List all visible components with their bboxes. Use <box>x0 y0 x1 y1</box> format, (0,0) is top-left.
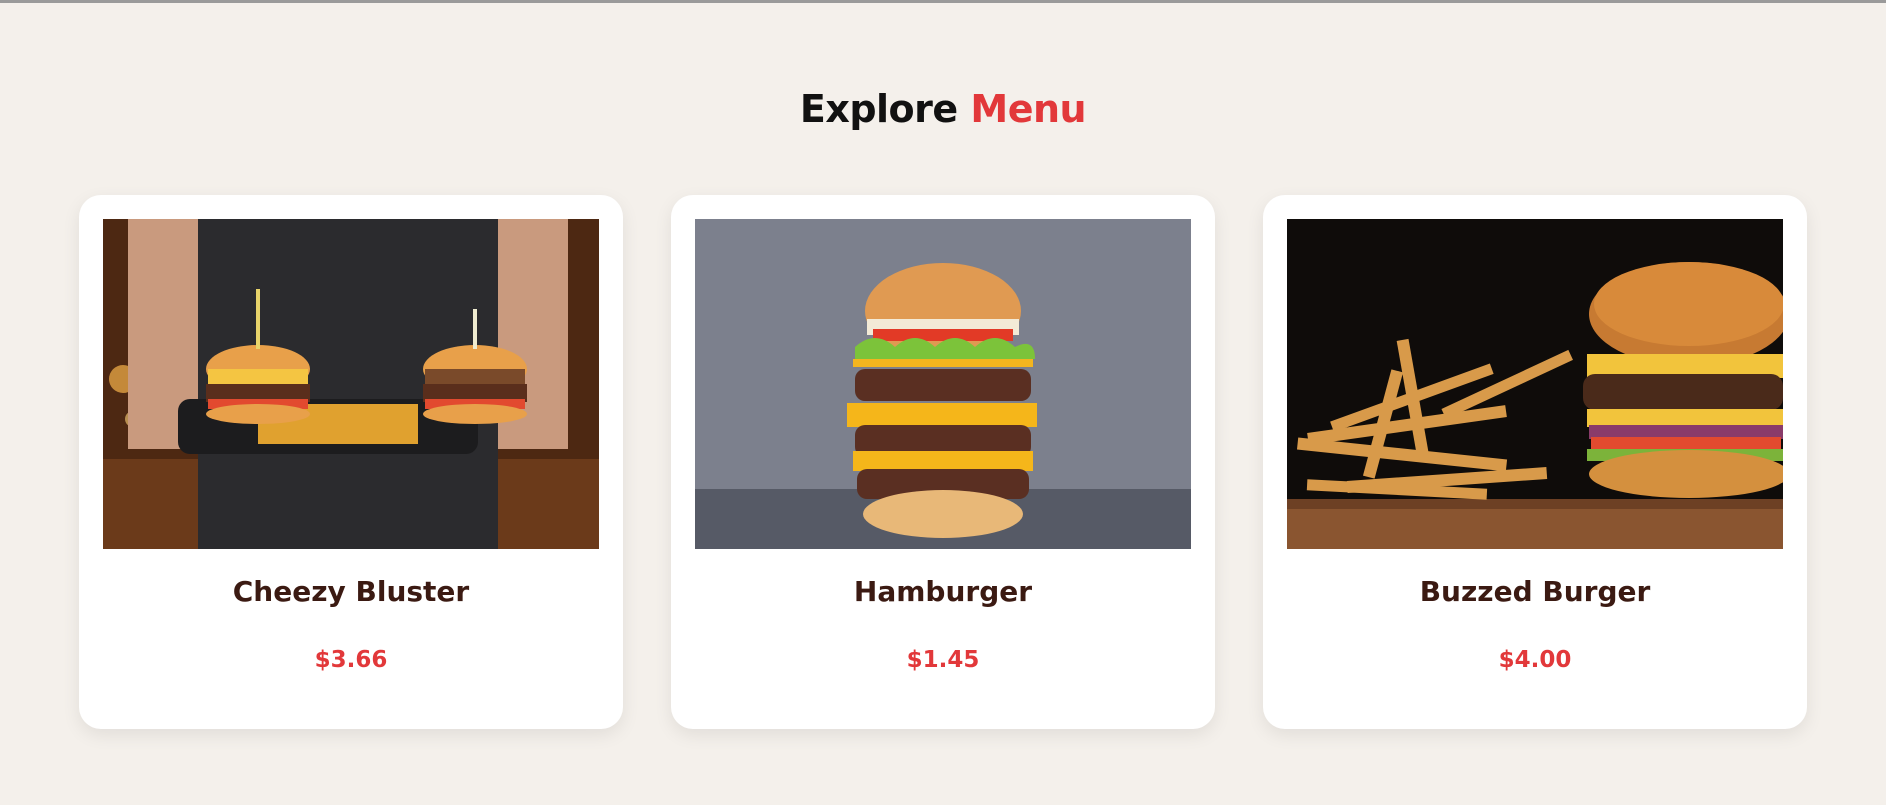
item-name: Hamburger <box>853 575 1033 608</box>
burger-tray-photo <box>103 219 599 549</box>
item-price: $1.45 <box>906 647 980 673</box>
menu-card[interactable]: Buzzed Burger $4.00 <box>1263 195 1807 729</box>
heading-text: Explore <box>799 87 958 131</box>
item-price: $4.00 <box>1498 647 1572 673</box>
item-name: Buzzed Burger <box>1419 575 1651 608</box>
menu-card[interactable]: Hamburger $1.45 <box>671 195 1215 729</box>
heading-accent: Menu <box>970 87 1087 131</box>
item-price: $3.66 <box>314 647 388 673</box>
item-name: Cheezy Bluster <box>232 575 470 608</box>
burger-fries-photo <box>1287 219 1783 549</box>
stacked-burger-photo <box>695 219 1191 549</box>
menu-card[interactable]: Cheezy Bluster $3.66 <box>79 195 623 729</box>
top-border <box>0 0 1886 3</box>
section-heading: Explore Menu <box>0 84 1886 134</box>
